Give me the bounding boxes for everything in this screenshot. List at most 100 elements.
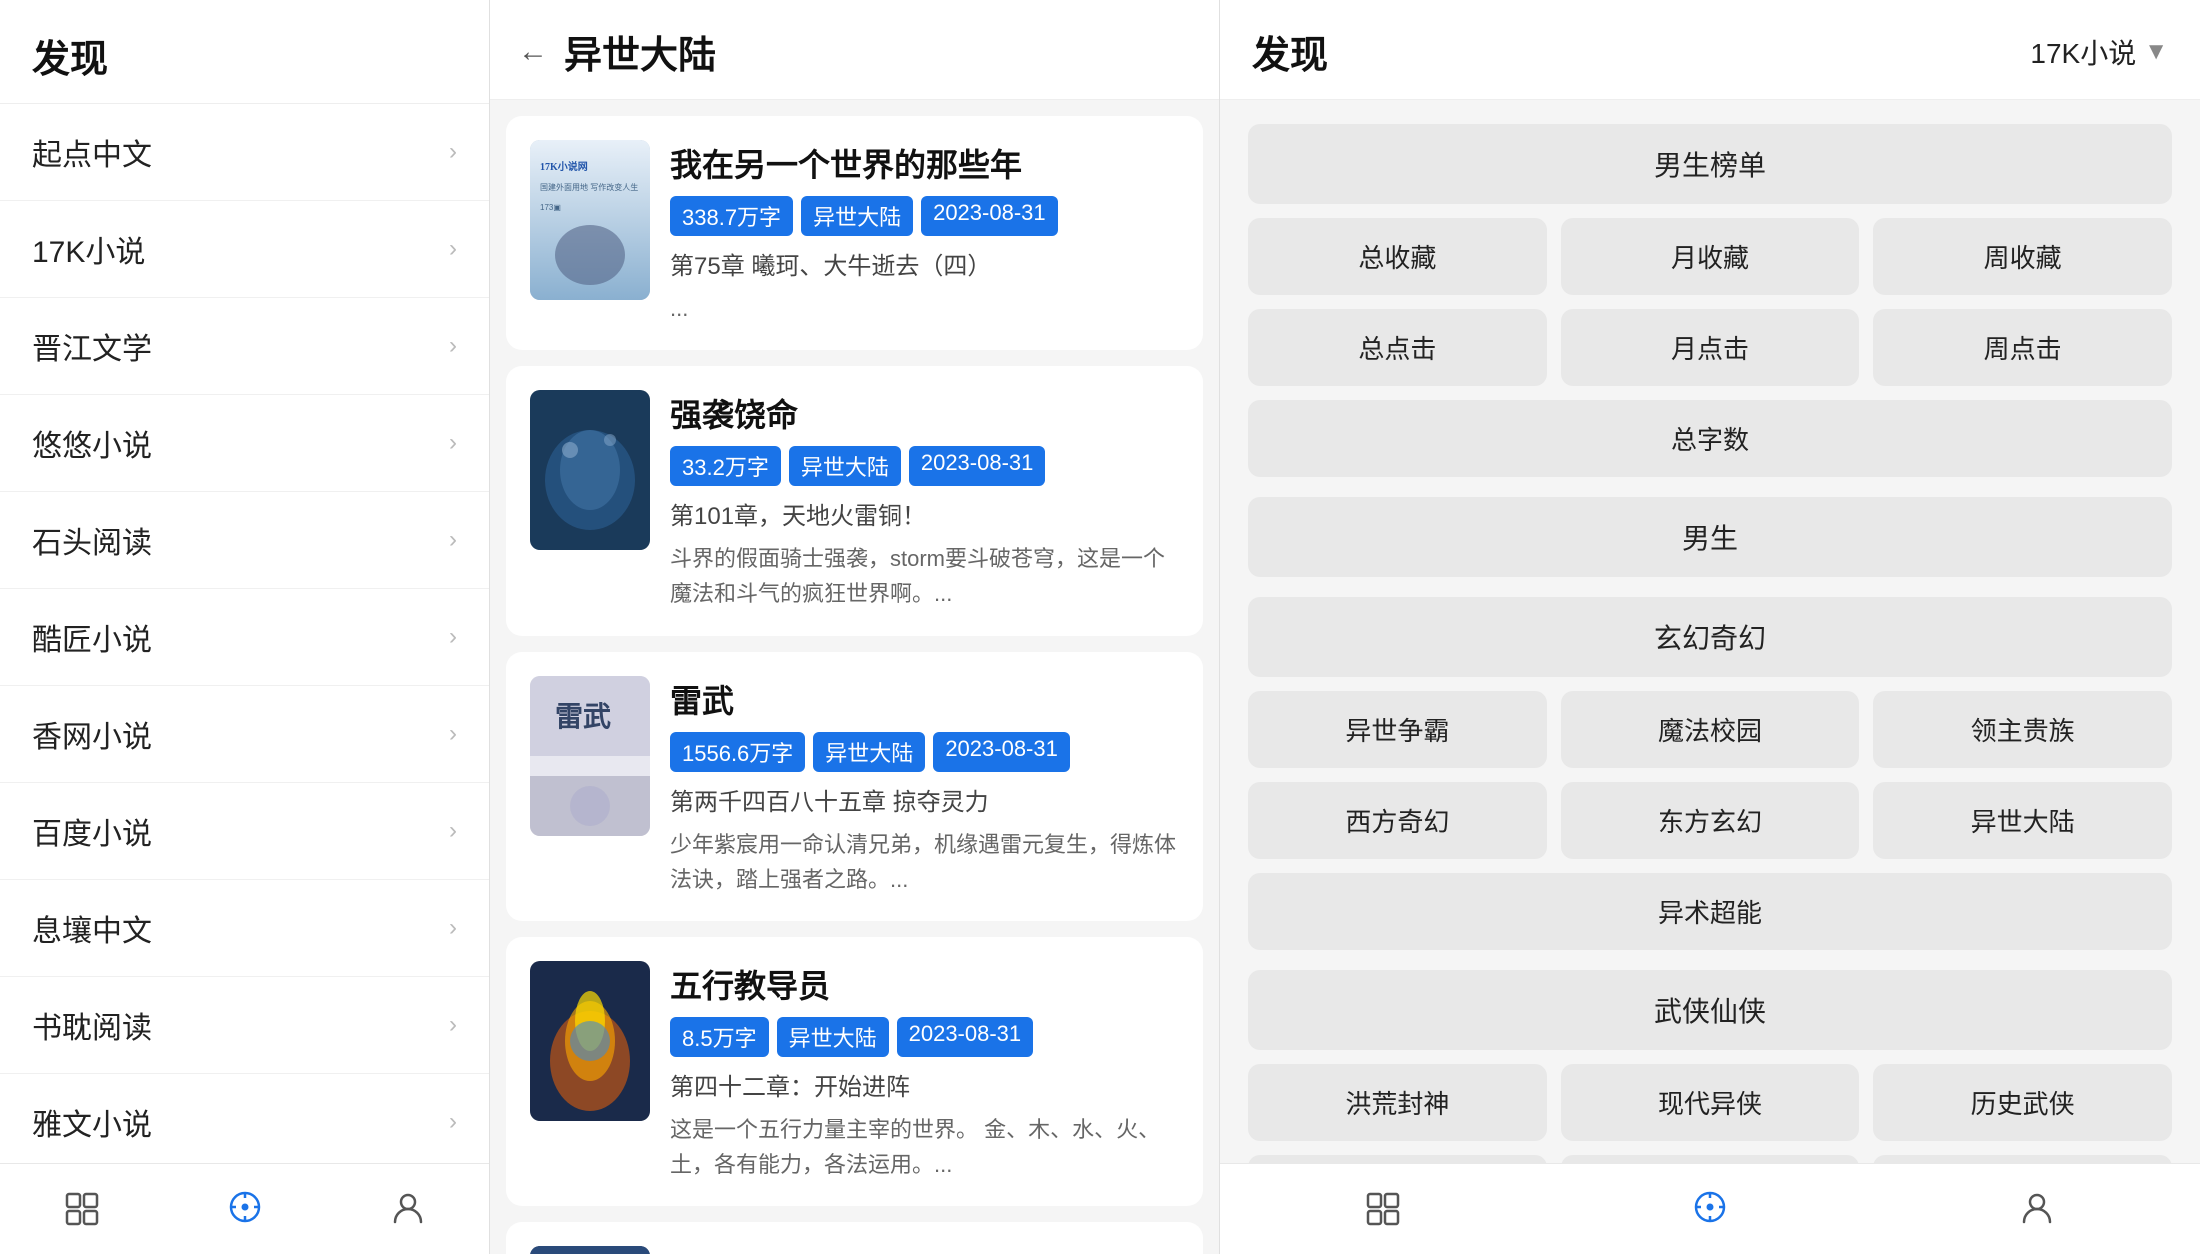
tag-category-0: 异世大陆	[801, 196, 913, 236]
rank-row-1: 总收藏 月收藏 周收藏	[1248, 218, 2172, 295]
book-title-0: 我在另一个世界的那些年	[670, 140, 1179, 186]
menu-item-label-1: 17K小说	[32, 227, 145, 271]
book-card-2[interactable]: 雷武 雷武 1556.6万字 异世大陆 2023-08-31 第两千四百八十五章…	[506, 652, 1203, 921]
monthly-collect-button[interactable]: 月收藏	[1561, 218, 1860, 295]
right-nav-profile-icon[interactable]	[2007, 1182, 2067, 1232]
book-card-4[interactable]: 九星霸体诀 九星霸体诀 1510.6万字 异世大陆 2023-08-31 第五千…	[506, 1222, 1203, 1254]
menu-item-7[interactable]: 百度小说 ›	[0, 783, 489, 880]
menu-item-label-8: 息壤中文	[32, 906, 152, 950]
book-chapter-1: 第101章，天地火雷铜！	[670, 496, 1179, 531]
book-desc-0: ...	[670, 291, 1179, 326]
book-info-2: 雷武 1556.6万字 异世大陆 2023-08-31 第两千四百八十五章 掠夺…	[670, 676, 1179, 897]
weekly-collect-button[interactable]: 周收藏	[1873, 218, 2172, 295]
chevron-right-icon-7: ›	[449, 817, 457, 845]
menu-item-9[interactable]: 书耽阅读 ›	[0, 977, 489, 1074]
chevron-right-icon-0: ›	[449, 138, 457, 166]
svg-text:国建外面用地 写作改变人生: 国建外面用地 写作改变人生	[540, 182, 638, 192]
book-tags-2: 1556.6万字 异世大陆 2023-08-31	[670, 732, 1179, 772]
book-cover-2: 雷武	[530, 676, 650, 836]
book-chapter-0: 第75章 曦珂、大牛逝去（四）	[670, 246, 1179, 281]
menu-item-10[interactable]: 雅文小说 ›	[0, 1074, 489, 1163]
menu-item-1[interactable]: 17K小说 ›	[0, 201, 489, 298]
total-clicks-button[interactable]: 总点击	[1248, 309, 1547, 386]
nav-discover-icon[interactable]	[52, 1182, 112, 1232]
xuanhuan-tags-row-3: 异术超能	[1248, 873, 2172, 950]
menu-item-2[interactable]: 晋江文学 ›	[0, 298, 489, 395]
monthly-clicks-button[interactable]: 月点击	[1561, 309, 1860, 386]
menu-item-6[interactable]: 香网小说 ›	[0, 686, 489, 783]
genre-wuxia-button[interactable]: 武侠仙侠	[1248, 970, 2172, 1050]
tag-date-2: 2023-08-31	[933, 732, 1070, 772]
site-selector-dropdown[interactable]: 17K小说 ▼	[2030, 32, 2168, 72]
tag-mofa-xiaoyuan[interactable]: 魔法校园	[1561, 691, 1860, 768]
book-info-3: 五行教导员 8.5万字 异世大陆 2023-08-31 第四十二章：开始进阵 这…	[670, 961, 1179, 1182]
book-chapter-2: 第两千四百八十五章 掠夺灵力	[670, 782, 1179, 817]
menu-item-label-2: 晋江文学	[32, 324, 152, 368]
weekly-clicks-button[interactable]: 周点击	[1873, 309, 2172, 386]
chevron-right-icon-6: ›	[449, 720, 457, 748]
genre-male-button[interactable]: 男生	[1248, 497, 2172, 577]
chevron-right-icon-2: ›	[449, 332, 457, 360]
book-desc-2: 少年紫宸用一命认清兄弟，机缘遇雷元复生，得炼体法诀，踏上强者之路。...	[670, 827, 1179, 897]
tag-chuantong-wuxia[interactable]: 传统武侠	[1873, 1155, 2172, 1163]
book-list: 17K小说网 国建外面用地 写作改变人生 173▣ 我在另一个世界的那些年 33…	[490, 100, 1219, 1254]
svg-text:雷武: 雷武	[555, 701, 611, 733]
chevron-down-icon: ▼	[2144, 38, 2168, 66]
chevron-right-icon-1: ›	[449, 235, 457, 263]
chevron-right-icon-3: ›	[449, 429, 457, 457]
book-title-1: 强袭饶命	[670, 390, 1179, 436]
book-chapter-3: 第四十二章：开始进阵	[670, 1067, 1179, 1102]
book-card-3[interactable]: 五行教导员 8.5万字 异世大陆 2023-08-31 第四十二章：开始进阵 这…	[506, 937, 1203, 1206]
nav-explore-icon[interactable]	[215, 1182, 275, 1232]
wuxia-tags-row-2: 奇幻修真 国术古武 传统武侠	[1248, 1155, 2172, 1163]
menu-item-3[interactable]: 悠悠小说 ›	[0, 395, 489, 492]
menu-item-5[interactable]: 酷匠小说 ›	[0, 589, 489, 686]
tag-xiandai-yixia[interactable]: 现代异侠	[1561, 1064, 1860, 1141]
svg-text:173▣: 173▣	[540, 203, 561, 212]
tag-words-3: 8.5万字	[670, 1017, 769, 1057]
total-collect-button[interactable]: 总收藏	[1248, 218, 1547, 295]
menu-item-label-10: 雅文小说	[32, 1100, 152, 1144]
book-tags-0: 338.7万字 异世大陆 2023-08-31	[670, 196, 1179, 236]
book-card-1[interactable]: 强袭饶命 33.2万字 异世大陆 2023-08-31 第101章，天地火雷铜！…	[506, 366, 1203, 635]
rank-row-3: 总字数	[1248, 400, 2172, 477]
menu-item-label-6: 香网小说	[32, 712, 152, 756]
tag-xifang-qihuan[interactable]: 西方奇幻	[1248, 782, 1547, 859]
tag-words-0: 338.7万字	[670, 196, 793, 236]
tag-category-3: 异世大陆	[777, 1017, 889, 1057]
menu-item-4[interactable]: 石头阅读 ›	[0, 492, 489, 589]
menu-item-label-3: 悠悠小说	[32, 421, 152, 465]
chevron-right-icon-4: ›	[449, 526, 457, 554]
menu-item-0[interactable]: 起点中文 ›	[0, 104, 489, 201]
mid-panel: ← 异世大陆 17K小说网 国建外面用地 写作改变人生 173▣ 我在另一个世界…	[490, 0, 1220, 1254]
tag-yishu-chaoneng[interactable]: 异术超能	[1248, 873, 2172, 950]
tag-dongfang-xuanhuan[interactable]: 东方玄幻	[1561, 782, 1860, 859]
male-rankings-button[interactable]: 男生榜单	[1248, 124, 2172, 204]
book-desc-3: 这是一个五行力量主宰的世界。 金、木、水、火、土，各有能力，各法运用。...	[670, 1112, 1179, 1182]
right-content: 男生榜单 总收藏 月收藏 周收藏 总点击 月点击 周点击 总字数 男生 玄幻奇幻…	[1220, 100, 2200, 1163]
book-cover-3	[530, 961, 650, 1121]
book-info-0: 我在另一个世界的那些年 338.7万字 异世大陆 2023-08-31 第75章…	[670, 140, 1179, 326]
nav-profile-icon[interactable]	[378, 1182, 438, 1232]
tag-yishi-zhengba[interactable]: 异世争霸	[1248, 691, 1547, 768]
menu-item-label-5: 酷匠小说	[32, 615, 152, 659]
back-button[interactable]: ←	[518, 35, 548, 69]
book-card-0[interactable]: 17K小说网 国建外面用地 写作改变人生 173▣ 我在另一个世界的那些年 33…	[506, 116, 1203, 350]
tag-lishi-wuxia[interactable]: 历史武侠	[1873, 1064, 2172, 1141]
total-words-button[interactable]: 总字数	[1248, 400, 2172, 477]
tag-guoshu-guwu[interactable]: 国术古武	[1561, 1155, 1860, 1163]
menu-item-8[interactable]: 息壤中文 ›	[0, 880, 489, 977]
right-nav-discover-icon[interactable]	[1353, 1182, 1413, 1232]
menu-item-label-0: 起点中文	[32, 130, 152, 174]
tag-date-3: 2023-08-31	[897, 1017, 1034, 1057]
tag-words-2: 1556.6万字	[670, 732, 805, 772]
tag-yishi-dalu[interactable]: 异世大陆	[1873, 782, 2172, 859]
site-selector-label: 17K小说	[2030, 32, 2136, 72]
genre-xuanhuan-section: 玄幻奇幻 异世争霸 魔法校园 领主贵族 西方奇幻 东方玄幻 异世大陆 异术超能	[1248, 597, 2172, 950]
chevron-right-icon-9: ›	[449, 1011, 457, 1039]
tag-qihuan-xiuzhen[interactable]: 奇幻修真	[1248, 1155, 1547, 1163]
tag-lingzhu-guizu[interactable]: 领主贵族	[1873, 691, 2172, 768]
tag-honghuang-fengshen[interactable]: 洪荒封神	[1248, 1064, 1547, 1141]
right-nav-explore-icon[interactable]	[1680, 1182, 1740, 1232]
genre-xuanhuan-button[interactable]: 玄幻奇幻	[1248, 597, 2172, 677]
